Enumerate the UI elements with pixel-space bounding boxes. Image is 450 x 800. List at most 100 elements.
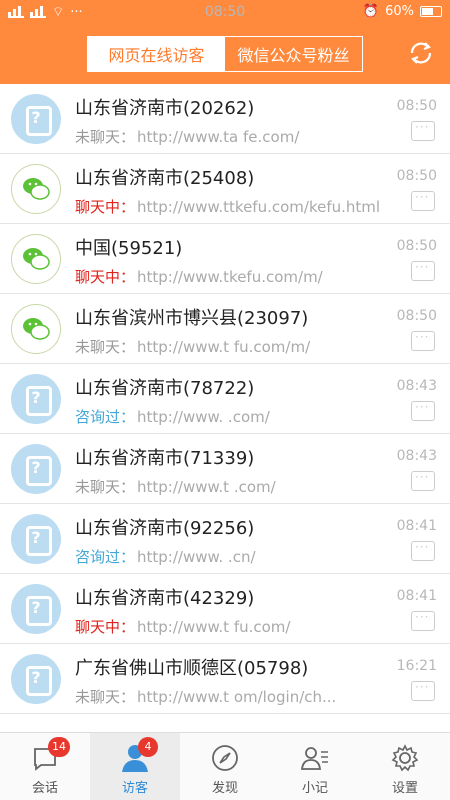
visitor-location: 山东省济南市(20262) (75, 98, 255, 119)
visit-time: 08:50 (396, 308, 437, 324)
message-bubble-icon[interactable] (411, 540, 435, 561)
visitor-page: 咨询过： http://www. .cn/ (75, 546, 385, 567)
visitor-row[interactable]: ? 广东省佛山市顺德区(05798) 未聊天： http://www.t om/log… (0, 644, 450, 714)
chat-status: 聊天中： (75, 618, 136, 636)
tab-chat[interactable]: 14 会话 (0, 733, 90, 800)
message-bubble-icon[interactable] (411, 190, 435, 211)
compass-icon (212, 745, 238, 771)
visitor-avatar: ? (11, 94, 61, 144)
message-bubble-icon[interactable] (411, 120, 435, 141)
chat-status: 未聊天： (75, 478, 136, 496)
chat-status: 未聊天： (75, 688, 136, 706)
visitor-url: http://www. .com/ (137, 408, 270, 426)
visitor-page: 聊天中： http://www.t fu.com/ (75, 616, 385, 637)
chat-status: 咨询过： (75, 548, 136, 566)
chat-status: 咨询过： (75, 408, 136, 426)
visitor-avatar: ? (11, 584, 61, 634)
visitor-location: 山东省济南市(92256) (75, 518, 255, 539)
tab-discover[interactable]: 发现 (180, 733, 270, 800)
wechat-avatar (11, 164, 61, 214)
refresh-icon[interactable] (406, 38, 436, 68)
battery-icon (420, 6, 442, 17)
visitor-url: http://www.t fu.com/m/ (137, 338, 311, 356)
visit-time: 08:50 (396, 238, 437, 254)
bottom-tab-bar: 14 会话 4 访客 发现 小记 设置 (0, 732, 450, 800)
visitor-url: http://www.tkefu.com/m/ (137, 268, 323, 286)
tab-label: 小记 (301, 781, 328, 796)
visitor-avatar: ? (11, 654, 61, 704)
visit-time: 08:41 (396, 588, 437, 604)
message-bubble-icon[interactable] (411, 680, 435, 701)
visitor-url: http://www.ta fe.com/ (137, 128, 300, 146)
visitor-row[interactable]: ? 山东省济南市(42329) 聊天中： http://www.t fu.com/08… (0, 574, 450, 644)
chat-status: 聊天中： (75, 268, 136, 286)
status-icons-right: ⏰ 60% (363, 4, 442, 19)
visit-time: 08:43 (396, 378, 437, 394)
visitor-url: http://www.t .com/ (137, 478, 276, 496)
tab-label: 会话 (31, 781, 58, 796)
visitor-location: 广东省佛山市顺德区(05798) (75, 658, 309, 679)
visitor-row[interactable]: ? 山东省济南市(71339) 未聊天： http://www.t .com/08:4… (0, 434, 450, 504)
visitor-page: 未聊天： http://www.t om/login/ch... (75, 686, 385, 707)
visitor-location: 山东省济南市(25408) (75, 168, 255, 189)
wechat-avatar (11, 304, 61, 354)
visitor-avatar: ? (11, 374, 61, 424)
visit-time: 08:50 (396, 168, 437, 184)
tab-visitors[interactable]: 4 访客 (90, 733, 180, 800)
chat-status: 未聊天： (75, 128, 136, 146)
message-bubble-icon[interactable] (411, 470, 435, 491)
visitor-location: 山东省济南市(71339) (75, 448, 255, 469)
visitor-avatar: ? (11, 444, 61, 494)
tab-label: 设置 (391, 781, 418, 796)
contact-note-icon (300, 747, 328, 770)
visitor-row[interactable]: 山东省济南市(25408) 聊天中： http://www.ttkefu.com/k… (0, 154, 450, 224)
tab-web-visitors[interactable]: 网页在线访客 (88, 37, 225, 71)
visitor-location: 山东省济南市(42329) (75, 588, 255, 609)
visitor-list: ? 山东省济南市(20262) 未聊天： http://www.ta fe.com/0… (0, 84, 450, 732)
visitor-url: http://www.t om/login/ch... (137, 688, 337, 706)
visitor-page: 聊天中： http://www.tkefu.com/m/ (75, 266, 385, 287)
visit-time: 16:21 (396, 658, 437, 674)
visitor-row[interactable]: 中国(59521) 聊天中： http://www.tkefu.com/m/08:5… (0, 224, 450, 294)
message-bubble-icon[interactable] (411, 400, 435, 421)
header-bar: 网页在线访客 微信公众号粉丝 (0, 26, 450, 84)
visit-time: 08:50 (396, 98, 437, 114)
chat-badge: 14 (48, 737, 70, 757)
visit-time: 08:43 (396, 448, 437, 464)
visitor-page: 未聊天： http://www.ta fe.com/ (75, 126, 385, 147)
wechat-avatar (11, 234, 61, 284)
tab-notes[interactable]: 小记 (270, 733, 360, 800)
gear-icon (391, 744, 419, 772)
message-bubble-icon[interactable] (411, 260, 435, 281)
tab-wechat-fans[interactable]: 微信公众号粉丝 (225, 37, 362, 71)
visitor-location: 山东省滨州市博兴县(23097) (75, 308, 309, 329)
visitor-location: 山东省济南市(78722) (75, 378, 255, 399)
visitor-url: http://www.ttkefu.com/kefu.html (137, 198, 381, 216)
chat-status: 未聊天： (75, 338, 136, 356)
visitor-row[interactable]: ? 山东省济南市(20262) 未聊天： http://www.ta fe.com/0… (0, 84, 450, 154)
message-bubble-icon[interactable] (411, 330, 435, 351)
visitor-page: 未聊天： http://www.t .com/ (75, 476, 385, 497)
visitor-type-switch: 网页在线访客 微信公众号粉丝 (87, 36, 363, 72)
chat-status: 聊天中： (75, 198, 136, 216)
visitor-avatar: ? (11, 514, 61, 564)
visitor-page: 聊天中： http://www.ttkefu.com/kefu.html (75, 196, 385, 217)
visitors-badge: 4 (138, 737, 158, 757)
visitor-page: 未聊天： http://www.t fu.com/m/ (75, 336, 385, 357)
visitor-page: 咨询过： http://www. .com/ (75, 406, 385, 427)
alarm-icon: ⏰ (362, 4, 380, 19)
tab-label: 发现 (211, 781, 238, 796)
visit-time: 08:41 (396, 518, 437, 534)
app-screen: ⌔ ··· 08:50 ⏰ 60% 网页在线访客 微信公众号粉丝 ? 山东省济南市… (0, 0, 450, 800)
message-bubble-icon[interactable] (411, 610, 435, 631)
visitor-location: 中国(59521) (75, 238, 183, 259)
visitor-row[interactable]: 山东省滨州市博兴县(23097) 未聊天： http://www.t fu.com/… (0, 294, 450, 364)
visitor-row[interactable]: ? 山东省济南市(92256) 咨询过： http://www. .cn/08:41 (0, 504, 450, 574)
status-bar: ⌔ ··· 08:50 ⏰ 60% (0, 0, 450, 26)
battery-percent: 60% (385, 4, 414, 19)
tab-label: 访客 (121, 781, 148, 796)
visitor-row[interactable]: ? 山东省济南市(78722) 咨询过： http://www. .com/08:43 (0, 364, 450, 434)
visitor-url: http://www.t fu.com/ (137, 618, 291, 636)
tab-settings[interactable]: 设置 (360, 733, 450, 800)
visitor-url: http://www. .cn/ (137, 548, 256, 566)
